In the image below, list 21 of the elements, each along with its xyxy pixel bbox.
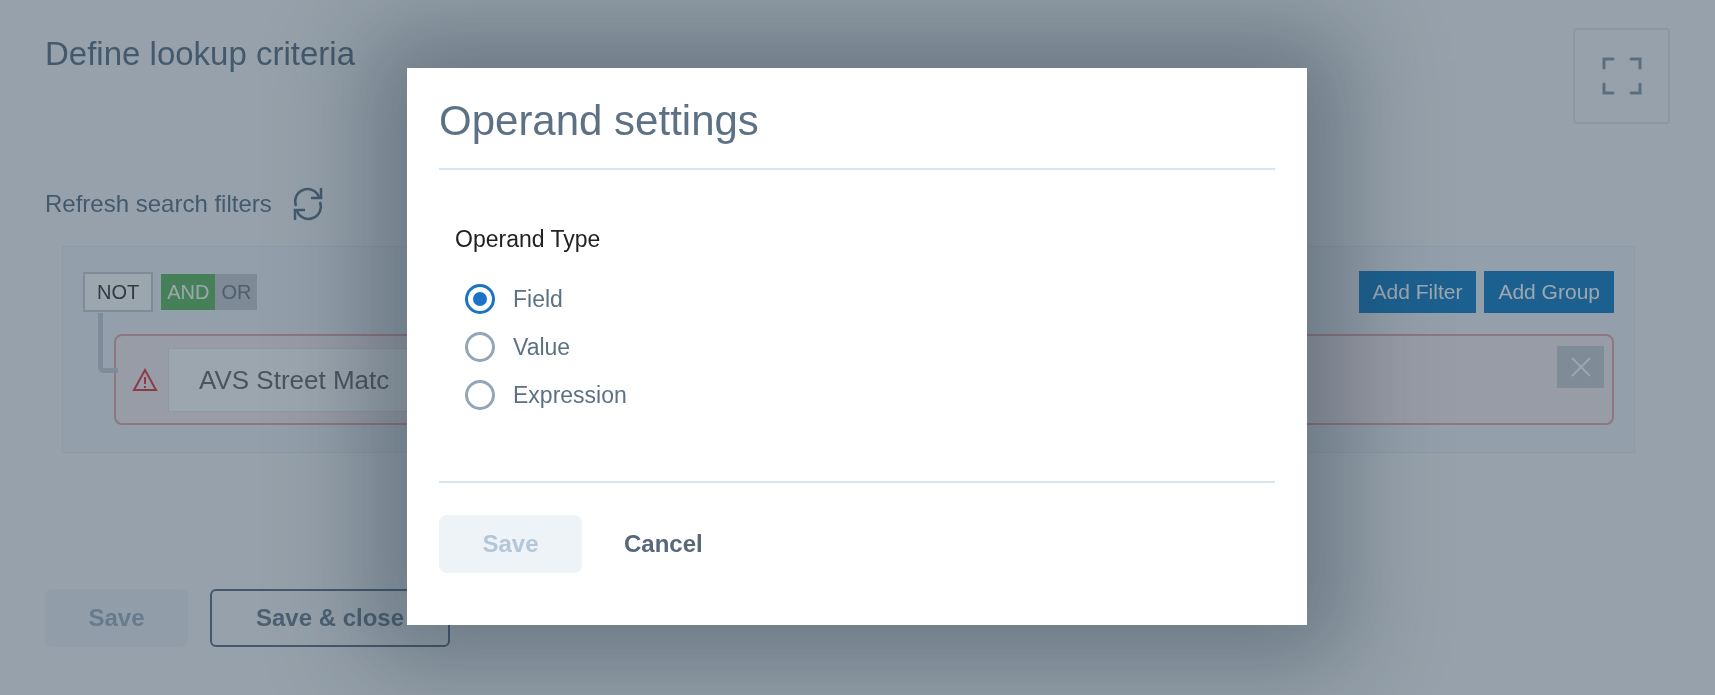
page-title: Define lookup criteria bbox=[45, 34, 355, 74]
fullscreen-icon bbox=[1601, 56, 1642, 96]
operator-toggle[interactable]: AND bbox=[161, 274, 216, 310]
not-toggle[interactable]: NOT bbox=[83, 272, 154, 312]
refresh-label: Refresh search filters bbox=[45, 189, 272, 219]
connector-line bbox=[98, 313, 118, 373]
add-filter-button[interactable]: Add Filter bbox=[1358, 271, 1477, 313]
cancel-button[interactable]: Cancel bbox=[624, 514, 703, 573]
remove-button[interactable] bbox=[1557, 346, 1604, 388]
radio-option[interactable]: Expression bbox=[465, 370, 1275, 419]
fullscreen-button[interactable] bbox=[1573, 28, 1670, 124]
modal-title: Operand settings bbox=[439, 96, 1275, 171]
close-icon bbox=[1568, 355, 1593, 379]
radio-option[interactable]: Value bbox=[465, 322, 1275, 371]
add-group-button[interactable]: Add Group bbox=[1484, 271, 1614, 313]
radio-option[interactable]: Field bbox=[465, 274, 1275, 323]
operand-type-label: Operand Type bbox=[455, 225, 602, 255]
radio-button[interactable] bbox=[465, 283, 495, 314]
radio-button[interactable] bbox=[465, 379, 495, 410]
warning-icon bbox=[132, 367, 158, 392]
radio-button[interactable] bbox=[465, 331, 495, 362]
